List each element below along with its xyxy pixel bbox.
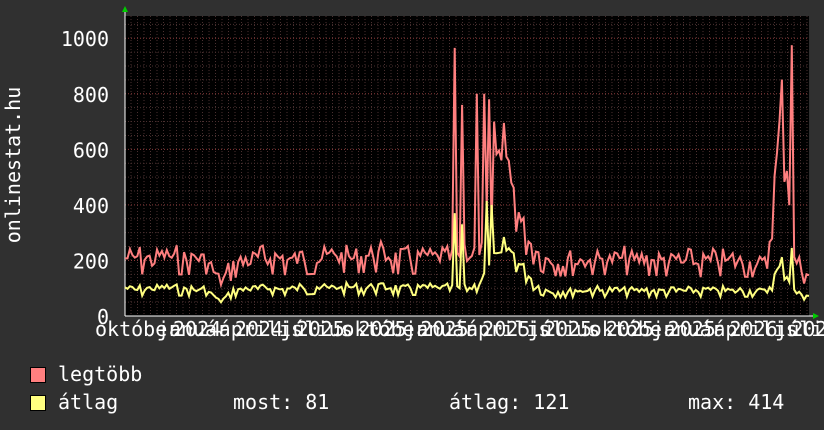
y-tick-label: 400: [73, 194, 109, 218]
y-axis-title: onlinestat.hu: [1, 87, 25, 244]
stat-average: átlag: 121: [449, 390, 570, 414]
legend-swatch-max: [30, 367, 46, 383]
stat-max: max: 414: [688, 390, 785, 414]
x-tick-label: július: [775, 317, 824, 341]
legend-label-avg: átlag: [58, 390, 119, 414]
plot-area: [125, 16, 809, 316]
y-tick-label: 200: [73, 249, 109, 273]
y-tick-label: 800: [73, 83, 109, 107]
stat-now: most: 81: [233, 390, 330, 414]
legend-label-max: legtöbb: [58, 362, 143, 386]
y-tick-label: 600: [73, 138, 109, 162]
legend-swatch-avg: [30, 395, 46, 411]
y-tick-label: 1000: [61, 27, 109, 51]
y-axis-arrow: [122, 6, 128, 12]
